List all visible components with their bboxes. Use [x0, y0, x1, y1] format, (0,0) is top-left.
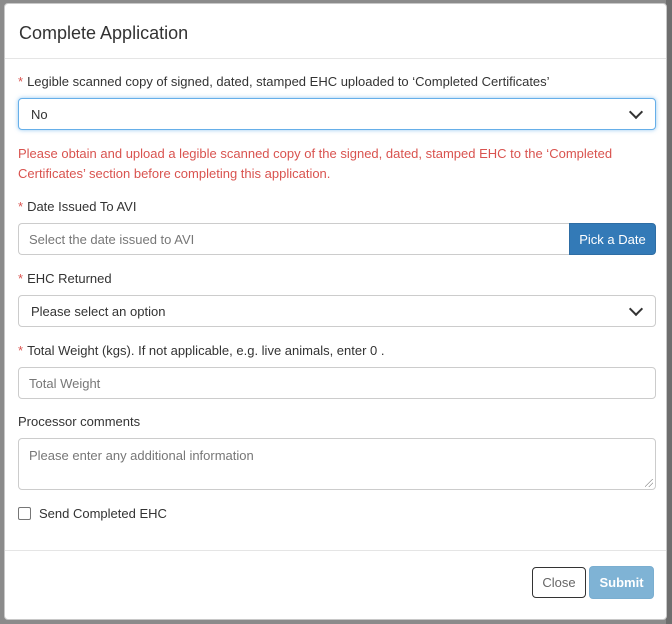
send-completed-checkbox[interactable] — [18, 507, 31, 520]
date-issued-input-group: Select the date issued to AVI Pick a Dat… — [18, 223, 656, 255]
ehc-returned-label-text: EHC Returned — [27, 271, 112, 286]
ehc-uploaded-select-wrap: No — [18, 98, 656, 130]
total-weight-input-wrap: Total Weight — [18, 367, 656, 399]
comments-label: Processor comments — [18, 414, 141, 429]
pick-a-date-button[interactable]: Pick a Date — [569, 223, 656, 255]
resize-handle-icon[interactable] — [645, 479, 653, 487]
error-line-1: Please obtain and upload a legible scann… — [18, 146, 613, 161]
ehc-returned-select-wrap: Please select an option — [18, 295, 656, 327]
ehc-returned-selected-value: Please select an option — [31, 303, 166, 319]
ehc-returned-select[interactable]: Please select an option — [18, 295, 656, 327]
processor-comments-textarea[interactable]: Please enter any additional information — [18, 438, 656, 490]
close-button[interactable]: Close — [532, 567, 586, 598]
date-issued-group: * Date Issued To AVI — [18, 199, 656, 215]
total-weight-label: * Total Weight (kgs). If not applicable, … — [18, 343, 656, 359]
total-weight-label-text: Total Weight (kgs). If not applicable, e… — [27, 343, 385, 358]
modal-footer: Close Submit — [5, 550, 666, 620]
upload-error-message: Please obtain and upload a legible scann… — [18, 144, 656, 184]
send-completed-group: Send Completed EHC — [18, 506, 656, 521]
comments-placeholder: Please enter any additional information — [29, 448, 254, 463]
required-marker: * — [18, 343, 24, 358]
ehc-returned-group: * EHC Returned — [18, 271, 656, 287]
required-marker: * — [18, 74, 24, 89]
send-completed-label: Send Completed EHC — [39, 506, 167, 521]
total-weight-input[interactable]: Total Weight — [18, 367, 656, 399]
ehc-uploaded-select[interactable]: No — [18, 98, 656, 130]
ehc-uploaded-group: * Legible scanned copy of signed, dated, … — [18, 74, 656, 90]
date-issued-label: * Date Issued To AVI — [18, 199, 656, 215]
chevron-down-icon — [628, 301, 644, 316]
required-marker: * — [18, 199, 24, 214]
required-marker: * — [18, 271, 24, 286]
total-weight-placeholder: Total Weight — [29, 375, 101, 391]
submit-button[interactable]: Submit — [589, 566, 654, 599]
date-issued-label-text: Date Issued To AVI — [27, 199, 137, 214]
ehc-returned-label: * EHC Returned — [18, 271, 656, 287]
error-line-2: Certificates’ section before completing … — [18, 166, 331, 181]
total-weight-group: * Total Weight (kgs). If not applicable, … — [18, 343, 656, 359]
ehc-uploaded-label-text: Legible scanned copy of signed, dated, s… — [27, 74, 550, 89]
comments-textarea-wrap: Please enter any additional information — [18, 438, 656, 490]
comments-group: Processor comments — [18, 414, 656, 430]
modal-header: Complete Application — [5, 4, 666, 59]
ehc-uploaded-label: * Legible scanned copy of signed, dated, … — [18, 74, 656, 90]
ehc-uploaded-selected-value: No — [31, 106, 48, 122]
date-issued-input[interactable]: Select the date issued to AVI — [18, 223, 569, 255]
modal-title: Complete Application — [19, 23, 189, 43]
chevron-down-icon — [628, 104, 644, 119]
date-issued-placeholder: Select the date issued to AVI — [29, 231, 195, 247]
complete-application-modal: Complete Application * Legible scanned co… — [4, 3, 667, 620]
